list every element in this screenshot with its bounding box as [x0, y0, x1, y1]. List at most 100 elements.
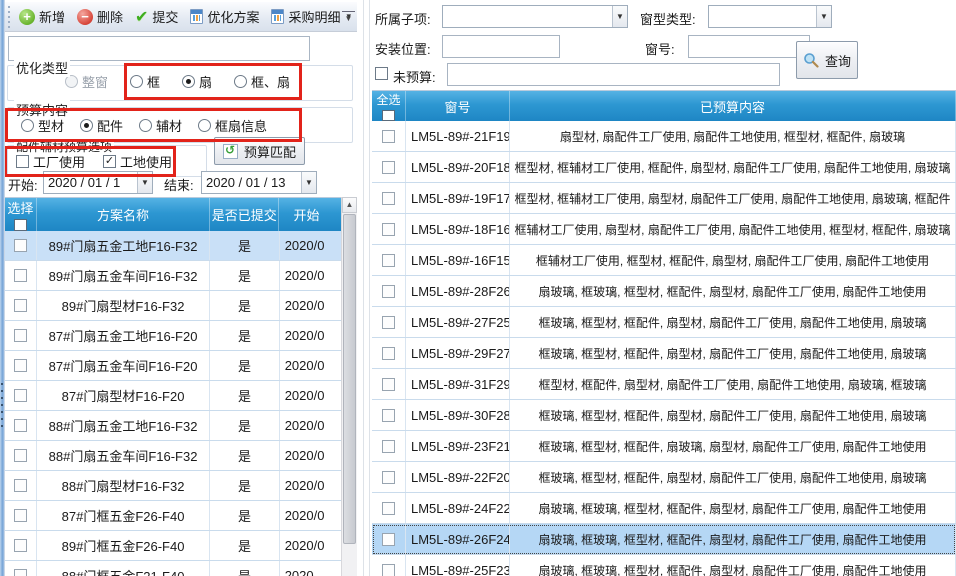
win-type-dropdown-icon[interactable]: ▼ [816, 6, 831, 27]
budget-content-option-框扇信息[interactable]: 框扇信息 [198, 116, 267, 135]
radio-icon[interactable] [198, 119, 211, 132]
plans-scrollbar[interactable]: ▲ [341, 197, 357, 576]
checkbox-icon[interactable] [16, 155, 29, 168]
window-row[interactable]: LM5L-89#-27F25框玻璃, 框型材, 框配件, 扇型材, 扇配件工厂使… [372, 307, 956, 338]
toolbar-button-提交[interactable]: ✔提交 [129, 4, 184, 30]
end-date-picker[interactable]: 2020 / 01 / 13 ▼ [201, 171, 317, 194]
radio-icon[interactable] [21, 119, 34, 132]
select-all-plans-checkbox[interactable] [14, 219, 27, 231]
select-all-windows-checkbox[interactable] [382, 110, 395, 121]
plan-row-checkbox[interactable] [14, 389, 27, 402]
no-budget-checkbox[interactable] [375, 67, 388, 80]
panel-separator [363, 0, 370, 576]
plan-row[interactable]: 89#门扇五金工地F16-F32是2020/0 [5, 231, 357, 261]
window-row-checkbox[interactable] [382, 564, 395, 576]
toolbar-grip[interactable] [7, 6, 10, 28]
window-row[interactable]: LM5L-89#-30F28框玻璃, 框型材, 框配件, 扇型材, 扇配件工厂使… [372, 400, 956, 431]
window-row[interactable]: LM5L-89#-18F16框辅材工厂使用, 扇型材, 扇配件工厂使用, 扇配件… [372, 214, 956, 245]
radio-icon[interactable] [234, 75, 247, 88]
plan-row[interactable]: 88#门扇型材F16-F32是2020/0 [5, 471, 357, 501]
window-row[interactable]: LM5L-89#-31F29框型材, 框配件, 扇型材, 扇配件工厂使用, 扇配… [372, 369, 956, 400]
opt-type-option-框[interactable]: 框 [130, 72, 160, 91]
plan-row[interactable]: 87#门扇五金车间F16-F20是2020/0 [5, 351, 357, 381]
toolbar-button-删除[interactable]: −删除 [71, 4, 129, 29]
plan-row[interactable]: 87#门框五金F26-F40是2020/0 [5, 501, 357, 531]
plan-row-checkbox[interactable] [14, 479, 27, 492]
radio-icon[interactable] [139, 119, 152, 132]
window-no-cell: LM5L-89#-26F24 [406, 524, 510, 554]
win-no-input[interactable] [688, 35, 810, 58]
window-row-checkbox[interactable] [382, 440, 395, 453]
sub-item-dropdown-icon[interactable]: ▼ [612, 6, 627, 27]
plan-row[interactable]: 87#门扇五金工地F16-F20是2020/0 [5, 321, 357, 351]
window-row-checkbox[interactable] [382, 378, 395, 391]
query-button[interactable]: 查询 [796, 41, 858, 79]
window-row[interactable]: LM5L-89#-20F18框型材, 框辅材工厂使用, 框配件, 扇型材, 扇配… [372, 152, 956, 183]
window-row[interactable]: LM5L-89#-21F19扇型材, 扇配件工厂使用, 扇配件工地使用, 框型材… [372, 121, 956, 152]
budget-content-option-辅材[interactable]: 辅材 [139, 116, 182, 135]
plan-row-checkbox[interactable] [14, 359, 27, 372]
checkbox-icon[interactable]: ✓ [103, 155, 116, 168]
radio-icon[interactable] [80, 119, 93, 132]
scrollbar-thumb[interactable] [343, 214, 356, 544]
plan-row-checkbox[interactable] [14, 509, 27, 522]
install-pos-input[interactable] [442, 35, 560, 58]
window-row[interactable]: LM5L-89#-22F20框玻璃, 框型材, 框配件, 扇型材, 扇配件工厂使… [372, 462, 956, 493]
window-row-checkbox[interactable] [382, 502, 395, 515]
budget-content-option-配件[interactable]: 配件 [80, 116, 123, 135]
window-row[interactable]: LM5L-89#-29F27框玻璃, 框型材, 框配件, 扇型材, 扇配件工厂使… [372, 338, 956, 369]
window-row-checkbox[interactable] [382, 409, 395, 422]
window-row-checkbox[interactable] [382, 223, 395, 236]
window-row-checkbox[interactable] [382, 316, 395, 329]
window-row-checkbox[interactable] [382, 161, 395, 174]
sub-item-select[interactable]: ▼ [442, 5, 628, 28]
window-row-checkbox[interactable] [382, 471, 395, 484]
plan-row-checkbox[interactable] [14, 329, 27, 342]
plan-row[interactable]: 88#门框五金F21-F40是2020 [5, 561, 357, 576]
radio-icon[interactable] [182, 75, 195, 88]
toolbar-button-新增[interactable]: +新增 [13, 4, 71, 29]
window-row-checkbox[interactable] [382, 130, 395, 143]
budget-match-button[interactable]: 预算匹配 [214, 137, 305, 165]
plan-row[interactable]: 89#门扇型材F16-F32是2020/0 [5, 291, 357, 321]
window-row-checkbox[interactable] [382, 254, 395, 267]
opt-type-option-扇[interactable]: 扇 [182, 72, 212, 91]
window-row[interactable]: LM5L-89#-19F17框型材, 框辅材工厂使用, 扇型材, 扇配件工厂使用… [372, 183, 956, 214]
window-row-checkbox[interactable] [382, 192, 395, 205]
no-budget-input[interactable] [447, 63, 780, 86]
plan-row[interactable]: 88#门扇五金车间F16-F32是2020/0 [5, 441, 357, 471]
window-no-cell: LM5L-89#-27F25 [406, 307, 510, 337]
end-date-dropdown-icon[interactable]: ▼ [301, 172, 316, 193]
window-row-checkbox[interactable] [382, 533, 395, 546]
opt-type-option-框、扇[interactable]: 框、扇 [234, 72, 290, 91]
win-type-select[interactable]: ▼ [708, 5, 832, 28]
window-row[interactable]: LM5L-89#-26F24扇玻璃, 框玻璃, 框型材, 框配件, 扇型材, 扇… [372, 524, 956, 555]
window-content-cell: 框玻璃, 框型材, 框配件, 扇玻璃, 扇型材, 扇配件工厂使用, 扇配件工地使… [510, 431, 956, 461]
window-row[interactable]: LM5L-89#-28F26扇玻璃, 框玻璃, 框型材, 框配件, 扇型材, 扇… [372, 276, 956, 307]
plan-row-checkbox[interactable] [14, 299, 27, 312]
plan-row[interactable]: 89#门扇五金车间F16-F32是2020/0 [5, 261, 357, 291]
toolbar-button-优化方案[interactable]: 优化方案 [184, 4, 265, 29]
plan-row-checkbox[interactable] [14, 239, 27, 252]
plan-submitted-cell: 是 [210, 291, 279, 320]
plan-row-checkbox[interactable] [14, 269, 27, 282]
end-date-label: 结束: [164, 175, 194, 194]
plan-row-checkbox[interactable] [14, 449, 27, 462]
window-row[interactable]: LM5L-89#-24F22扇玻璃, 框玻璃, 框型材, 框配件, 扇型材, 扇… [372, 493, 956, 524]
plan-row-checkbox[interactable] [14, 419, 27, 432]
window-row[interactable]: LM5L-89#-23F21框玻璃, 框型材, 框配件, 扇玻璃, 扇型材, 扇… [372, 431, 956, 462]
window-row-checkbox[interactable] [382, 347, 395, 360]
plan-row-checkbox[interactable] [14, 539, 27, 552]
scroll-up-icon[interactable]: ▲ [342, 197, 357, 213]
plan-row[interactable]: 89#门框五金F26-F40是2020/0 [5, 531, 357, 561]
radio-icon[interactable] [130, 75, 143, 88]
plan-row[interactable]: 87#门扇型材F16-F20是2020/0 [5, 381, 357, 411]
start-date-dropdown-icon[interactable]: ▼ [137, 172, 152, 193]
plan-row-checkbox[interactable] [14, 569, 27, 576]
window-row[interactable]: LM5L-89#-25F23扇玻璃, 框玻璃, 框型材, 框配件, 扇型材, 扇… [372, 555, 956, 576]
window-row[interactable]: LM5L-89#-16F15框辅材工厂使用, 框型材, 框配件, 扇型材, 扇配… [372, 245, 956, 276]
plan-row[interactable]: 88#门扇五金工地F16-F32是2020/0 [5, 411, 357, 441]
toolbar-overflow-button[interactable]: ▼ [342, 11, 355, 27]
start-date-picker[interactable]: 2020 / 01 / 1 ▼ [43, 171, 153, 194]
window-row-checkbox[interactable] [382, 285, 395, 298]
